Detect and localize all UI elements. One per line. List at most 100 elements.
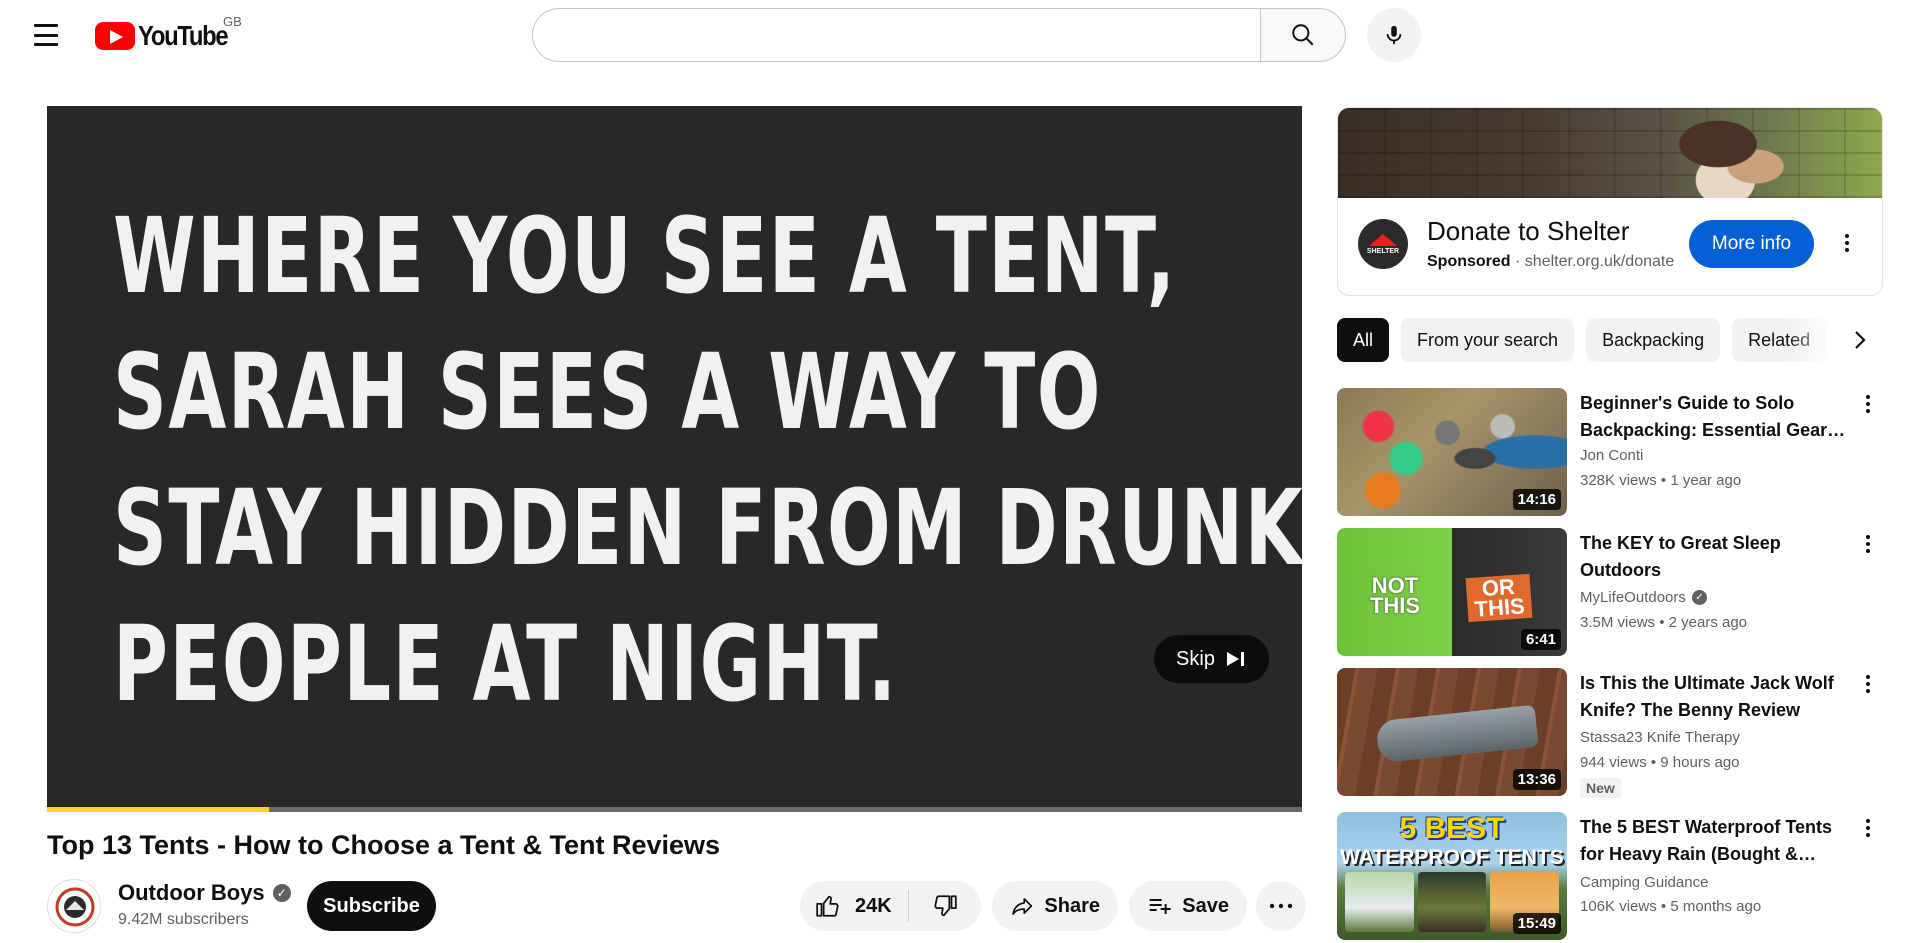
share-icon xyxy=(1012,898,1033,915)
more-info-button[interactable]: More info xyxy=(1689,220,1814,268)
related-stats: 328K views • 1 year ago xyxy=(1580,472,1741,489)
new-badge: New xyxy=(1580,778,1621,798)
verified-check-icon: ✓ xyxy=(272,884,291,902)
share-button[interactable]: Share xyxy=(992,881,1118,931)
overlay-line: PEOPLE AT NIGHT. xyxy=(113,603,898,725)
like-dislike-group: 24K xyxy=(800,881,981,931)
chip-backpacking[interactable]: Backpacking xyxy=(1586,318,1721,362)
related-channel[interactable]: Stassa23 Knife Therapy xyxy=(1580,729,1740,746)
related-video-title[interactable]: Is This the Ultimate Jack Wolf Knife? Th… xyxy=(1580,670,1848,724)
related-age: 9 hours ago xyxy=(1660,754,1740,771)
video-options-kebab-icon[interactable] xyxy=(1856,392,1880,416)
video-title: Top 13 Tents - How to Choose a Tent & Te… xyxy=(47,830,721,860)
video-thumbnail[interactable]: 14:16 xyxy=(1337,388,1567,516)
related-stats: 106K views • 5 months ago xyxy=(1580,898,1761,915)
verified-check-icon: ✓ xyxy=(1691,590,1707,605)
like-count: 24K xyxy=(855,894,892,917)
overlay-line: STAY HIDDEN FROM DRUNK xyxy=(113,467,1302,589)
video-options-kebab-icon[interactable] xyxy=(1856,532,1880,556)
related-views: 944 views xyxy=(1580,754,1647,771)
sponsored-label: Sponsored xyxy=(1427,253,1511,270)
chevron-right-icon xyxy=(1855,331,1866,349)
youtube-play-icon xyxy=(95,22,135,50)
related-views: 3.5M views xyxy=(1580,614,1656,631)
outdoor-boys-logo-icon xyxy=(55,887,95,927)
video-player[interactable]: WHERE YOU SEE A TENT, SARAH SEES A WAY T… xyxy=(47,106,1302,812)
video-duration: 14:16 xyxy=(1512,489,1561,510)
related-video[interactable]: 14:16 Beginner's Guide to Solo Backpacki… xyxy=(1337,388,1883,516)
chip-all[interactable]: All xyxy=(1337,318,1390,362)
shelter-logo-text: SHELTER xyxy=(1366,247,1400,255)
save-label: Save xyxy=(1182,894,1229,917)
related-channel-name: MyLifeOutdoors xyxy=(1580,589,1686,606)
thumbnail-text-top: 5 BEST xyxy=(1399,812,1505,845)
more-actions-button[interactable] xyxy=(1256,881,1306,931)
more-horizontal-icon xyxy=(1269,903,1293,909)
logo-text: YouTube xyxy=(138,20,229,51)
related-channel[interactable]: MyLifeOutdoors ✓ xyxy=(1580,589,1707,606)
video-thumbnail[interactable]: 5 BEST WATERPROOF TENTS 15:49 xyxy=(1337,812,1567,940)
video-duration: 15:49 xyxy=(1512,913,1561,934)
search-button[interactable] xyxy=(1260,8,1346,62)
channel-name[interactable]: Outdoor Boys ✓ xyxy=(118,880,291,906)
related-channel[interactable]: Jon Conti xyxy=(1580,447,1643,464)
video-options-kebab-icon[interactable] xyxy=(1856,816,1880,840)
related-video[interactable]: NOT THIS OR THIS 6:41 The KEY to Great S… xyxy=(1337,528,1883,656)
channel-name-text: Outdoor Boys xyxy=(118,880,265,905)
skip-label: Skip xyxy=(1176,647,1215,670)
ad-title[interactable]: Donate to Shelter xyxy=(1427,216,1629,247)
skip-ad-button[interactable]: Skip xyxy=(1154,635,1269,683)
sponsored-ad-card[interactable]: SHELTER Donate to Shelter Sponsored · sh… xyxy=(1337,107,1883,296)
stats-separator: • xyxy=(1650,754,1661,771)
microphone-icon xyxy=(1386,25,1402,45)
related-views: 328K views xyxy=(1580,472,1657,489)
related-stats: 944 views • 9 hours ago xyxy=(1580,754,1740,771)
ad-banner-image[interactable] xyxy=(1338,108,1882,198)
ad-progress-fill xyxy=(47,807,270,812)
thumbnail-text-bottom: WATERPROOF TENTS xyxy=(1340,846,1564,869)
youtube-logo[interactable]: YouTube xyxy=(95,20,243,52)
video-thumbnail[interactable]: 13:36 xyxy=(1337,668,1567,796)
shelter-logo[interactable]: SHELTER xyxy=(1358,219,1408,269)
ad-meta-separator: · xyxy=(1515,253,1521,270)
dislike-button[interactable] xyxy=(909,881,981,931)
ad-progress-bar[interactable] xyxy=(47,807,1302,812)
chips-next-button[interactable] xyxy=(1838,318,1882,362)
youtube-watch-page: YouTube GB WHERE YOU SEE A TENT, SARAH S… xyxy=(0,0,1920,943)
subscribe-button[interactable]: Subscribe xyxy=(307,881,436,931)
channel-avatar[interactable] xyxy=(47,879,101,933)
country-code: GB xyxy=(223,14,242,29)
related-video[interactable]: 5 BEST WATERPROOF TENTS 15:49 The 5 BEST… xyxy=(1337,812,1883,940)
video-options-kebab-icon[interactable] xyxy=(1856,672,1880,696)
thumbs-up-icon xyxy=(816,895,839,917)
video-duration: 6:41 xyxy=(1520,629,1561,650)
ad-options-kebab-icon[interactable] xyxy=(1835,231,1859,255)
ad-overlay-text: WHERE YOU SEE A TENT, SARAH SEES A WAY T… xyxy=(113,188,1302,732)
stats-separator: • xyxy=(1660,472,1671,489)
related-video-title[interactable]: Beginner's Guide to Solo Backpacking: Es… xyxy=(1580,390,1848,444)
search-input[interactable] xyxy=(532,8,1262,62)
related-video-title[interactable]: The KEY to Great Sleep Outdoors xyxy=(1580,530,1848,584)
chip-from-your-search[interactable]: From your search xyxy=(1401,318,1575,362)
ad-meta: Sponsored · shelter.org.uk/donate xyxy=(1427,253,1674,271)
thumbnail-text-right: OR THIS xyxy=(1465,573,1533,623)
voice-search-button[interactable] xyxy=(1367,8,1421,62)
like-button[interactable]: 24K xyxy=(800,881,908,931)
save-button[interactable]: Save xyxy=(1129,881,1247,931)
menu-icon[interactable] xyxy=(32,22,60,48)
related-views: 106K views xyxy=(1580,898,1657,915)
related-video-title[interactable]: The 5 BEST Waterproof Tents for Heavy Ra… xyxy=(1580,814,1848,868)
related-stats: 3.5M views • 2 years ago xyxy=(1580,614,1747,631)
related-channel[interactable]: Camping Guidance xyxy=(1580,874,1708,891)
skip-next-icon xyxy=(1226,652,1244,666)
ad-banner-people xyxy=(1658,108,1808,198)
related-age: 5 months ago xyxy=(1670,898,1762,915)
video-duration: 13:36 xyxy=(1512,769,1561,790)
overlay-line: WHERE YOU SEE A TENT, xyxy=(113,195,1177,317)
video-thumbnail[interactable]: NOT THIS OR THIS 6:41 xyxy=(1337,528,1567,656)
house-roof-icon xyxy=(1369,233,1397,246)
search-icon xyxy=(1292,24,1314,46)
related-age: 1 year ago xyxy=(1670,472,1742,489)
related-channel-name: Jon Conti xyxy=(1580,447,1644,464)
related-video[interactable]: 13:36 Is This the Ultimate Jack Wolf Kni… xyxy=(1337,668,1883,798)
